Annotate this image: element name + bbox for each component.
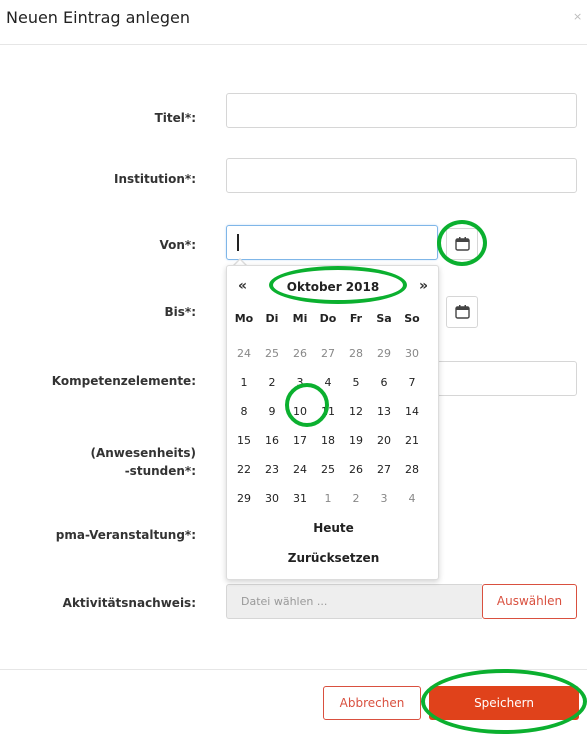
calendar-day[interactable]: 26 [342,463,370,476]
header-divider [0,44,587,45]
calendar-day[interactable]: 2 [342,492,370,505]
calendar-day[interactable]: 25 [258,347,286,360]
reset-button[interactable]: Zurücksetzen [228,551,439,565]
calendar-icon [455,305,470,319]
calendar-day[interactable]: 29 [230,492,258,505]
calendar-day[interactable]: 28 [398,463,426,476]
von-date-input[interactable] [226,225,438,260]
weekday-header: Mi [292,312,308,325]
stunden-label: (Anwesenheits) -stunden*: [0,444,196,480]
stunden-label-line1: (Anwesenheits) [90,446,196,460]
month-title[interactable]: Oktober 2018 [273,280,393,294]
today-button[interactable]: Heute [228,521,439,535]
kompetenz-input[interactable] [426,361,577,396]
modal-title: Neuen Eintrag anlegen [6,8,190,27]
calendar-day[interactable]: 14 [398,405,426,418]
calendar-day[interactable]: 30 [258,492,286,505]
calendar-day[interactable]: 23 [258,463,286,476]
calendar-day[interactable]: 9 [258,405,286,418]
calendar-day[interactable]: 15 [230,434,258,447]
aktivitaet-label: Aktivitätsnachweis: [62,596,196,610]
calendar-day[interactable]: 20 [370,434,398,447]
bis-calendar-button[interactable] [446,296,478,328]
calendar-day[interactable]: 10 [286,405,314,418]
calendar-day[interactable]: 21 [398,434,426,447]
next-month-button[interactable]: » [419,278,428,294]
institution-label: Institution*: [114,172,196,186]
calendar-day[interactable]: 1 [230,376,258,389]
calendar-day[interactable]: 3 [286,376,314,389]
weekday-header: Fr [349,312,363,325]
titel-input[interactable] [226,93,577,128]
calendar-day[interactable]: 5 [342,376,370,389]
cancel-button[interactable]: Abbrechen [323,686,421,720]
calendar-day[interactable]: 31 [286,492,314,505]
save-button[interactable]: Speichern [429,686,579,720]
calendar-day[interactable]: 28 [342,347,370,360]
calendar-day[interactable]: 4 [398,492,426,505]
bis-label: Bis*: [164,305,196,319]
weekday-header: Do [319,312,337,325]
calendar-day[interactable]: 25 [314,463,342,476]
calendar-day[interactable]: 26 [286,347,314,360]
file-input[interactable]: Datei wählen ... [226,584,482,619]
calendar-day[interactable]: 13 [370,405,398,418]
choose-file-button[interactable]: Auswählen [482,584,577,619]
calendar-day[interactable]: 1 [314,492,342,505]
weekday-header: Sa [376,312,392,325]
calendar-day[interactable]: 11 [314,405,342,418]
calendar-day[interactable]: 2 [258,376,286,389]
calendar-day[interactable]: 22 [230,463,258,476]
calendar-day[interactable]: 18 [314,434,342,447]
weekday-header: So [404,312,420,325]
calendar-day[interactable]: 24 [230,347,258,360]
von-label: Von*: [159,238,197,252]
calendar-day[interactable]: 4 [314,376,342,389]
kompetenz-label: Kompetenzelemente: [51,374,196,388]
calendar-day[interactable]: 29 [370,347,398,360]
calendar-day[interactable]: 27 [314,347,342,360]
von-calendar-button[interactable] [446,228,478,260]
calendar-day[interactable]: 6 [370,376,398,389]
prev-month-button[interactable]: « [238,278,247,294]
datepicker: « Oktober 2018 » Mo Di Mi Do Fr Sa So 24 25 26 27 2… [226,265,439,580]
footer-divider [0,669,587,670]
calendar-day[interactable]: 12 [342,405,370,418]
text-caret [237,234,239,251]
calendar-day[interactable]: 30 [398,347,426,360]
calendar-icon [455,237,470,251]
pma-label: pma-Veranstaltung*: [55,528,196,542]
weekday-header: Mo [234,312,254,325]
weekday-header: Di [265,312,279,325]
institution-input[interactable] [226,158,577,193]
file-placeholder: Datei wählen ... [241,595,328,608]
calendar-day[interactable]: 8 [230,405,258,418]
calendar-day[interactable]: 16 [258,434,286,447]
close-icon[interactable]: × [573,10,582,23]
calendar-day[interactable]: 7 [398,376,426,389]
calendar-day[interactable]: 27 [370,463,398,476]
calendar-day[interactable]: 19 [342,434,370,447]
stunden-label-line2: -stunden*: [124,464,196,478]
calendar-day[interactable]: 3 [370,492,398,505]
calendar-day[interactable]: 17 [286,434,314,447]
titel-label: Titel*: [154,111,196,125]
calendar-day[interactable]: 24 [286,463,314,476]
